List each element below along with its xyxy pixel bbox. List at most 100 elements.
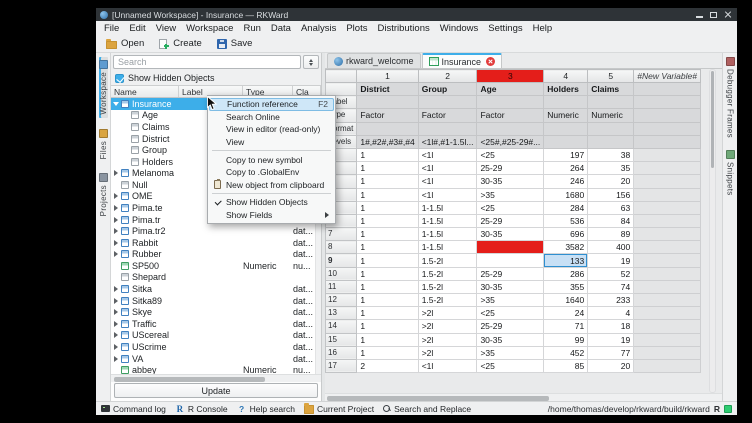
statusbar-toggle-search-and-replace[interactable]: Search and Replace [383,404,471,414]
data-cell[interactable]: 3582 [544,241,588,254]
tree-item-uscereal[interactable]: UScerealdat... [111,330,321,342]
minimize-icon[interactable] [694,10,705,20]
meta-cell[interactable] [357,96,418,109]
data-cell[interactable]: <25 [477,148,544,161]
data-cell[interactable]: 1 [357,241,418,254]
row-header-11[interactable]: 11 [326,280,357,293]
expand-arrow-icon[interactable] [112,169,120,177]
data-cell-new-variable[interactable] [634,346,701,359]
create-button[interactable]: Create [153,37,208,50]
meta-cell[interactable]: Factor [418,109,477,122]
data-cell[interactable]: >2l [418,333,477,346]
tree-item-sitka[interactable]: Sitkadat... [111,283,321,295]
expand-arrow-icon[interactable] [112,297,120,305]
data-cell-new-variable[interactable] [634,188,701,201]
data-cell[interactable]: 20 [588,175,634,188]
data-cell[interactable]: 24 [544,307,588,320]
menu-item-data[interactable]: Data [266,23,296,34]
expand-arrow-icon[interactable] [112,343,120,351]
context-menu-item-view[interactable]: View [208,136,335,149]
meta-cell[interactable]: Holders [544,83,588,96]
meta-cell[interactable] [588,122,634,135]
tree-item-rabbit[interactable]: Rabbitdat... [111,237,321,249]
meta-cell[interactable]: <1l#,#1-1.5l... [418,135,477,148]
data-cell[interactable]: 19 [588,254,634,267]
data-cell[interactable]: 18 [588,320,634,333]
menu-item-windows[interactable]: Windows [435,23,484,34]
data-cell[interactable]: 20 [588,359,634,372]
data-cell[interactable]: <1l [418,175,477,188]
data-cell-new-variable[interactable] [634,228,701,241]
data-cell[interactable]: 25-29 [477,267,544,280]
menu-item-view[interactable]: View [151,23,181,34]
close-icon[interactable] [722,10,733,20]
data-cell[interactable]: 286 [544,267,588,280]
data-cell[interactable]: 63 [588,201,634,214]
data-cell[interactable]: 52 [588,267,634,280]
statusbar-toggle-command-log[interactable]: Command log [101,404,166,414]
data-cell[interactable]: 1680 [544,188,588,201]
row-header-13[interactable]: 13 [326,307,357,320]
context-menu-item-new-object-from-clipboard[interactable]: New object from clipboard [208,179,335,192]
search-input[interactable] [113,55,301,69]
data-cell[interactable]: >2l [418,346,477,359]
menu-item-file[interactable]: File [99,23,124,34]
data-cell[interactable]: >2l [418,307,477,320]
new-variable-header[interactable]: #New Variable# [634,70,701,83]
data-cell[interactable]: 1 [357,214,418,227]
data-cell[interactable]: <1l [418,359,477,372]
update-button[interactable]: Update [114,383,318,398]
data-cell[interactable]: <1l [418,188,477,201]
data-cell[interactable]: 1 [357,280,418,293]
menu-item-analysis[interactable]: Analysis [296,23,341,34]
data-cell[interactable]: 1 [357,307,418,320]
open-button[interactable]: Open [100,37,150,50]
sidebar-tab-workspace[interactable]: Workspace [99,57,108,118]
data-cell[interactable]: 1-1.5l [418,228,477,241]
tree-item-traffic[interactable]: Trafficdat... [111,318,321,330]
menu-item-plots[interactable]: Plots [341,23,372,34]
data-cell[interactable]: 246 [544,175,588,188]
data-cell[interactable]: 1 [357,228,418,241]
maximize-icon[interactable] [708,10,719,20]
meta-cell[interactable]: Factor [477,109,544,122]
row-header-16[interactable]: 16 [326,346,357,359]
statusbar-toggle-current-project[interactable]: Current Project [304,403,374,414]
tree-item-pima-tr2[interactable]: Pima.tr2dat... [111,225,321,237]
meta-cell[interactable] [544,96,588,109]
meta-cell[interactable] [477,122,544,135]
meta-cell[interactable]: Group [418,83,477,96]
scrollbar-thumb[interactable] [327,396,549,401]
sort-options-button[interactable] [303,55,319,69]
data-cell[interactable]: 1-1.5l [418,241,477,254]
scrollbar-thumb[interactable] [711,71,714,168]
data-cell[interactable]: 133 [544,254,588,267]
expand-arrow-icon[interactable] [112,285,120,293]
column-header-1[interactable]: 1 [357,70,418,83]
meta-cell[interactable] [477,96,544,109]
meta-cell-new-variable[interactable] [634,135,701,148]
column-header-2[interactable]: 2 [418,70,477,83]
data-cell-new-variable[interactable] [634,359,701,372]
titlebar[interactable]: [Unnamed Workspace] - Insurance — RKWard [96,8,737,21]
data-cell[interactable]: 1 [357,201,418,214]
meta-cell[interactable]: <25#,#25-29#... [477,135,544,148]
data-cell-new-variable[interactable] [634,267,701,280]
row-header-14[interactable]: 14 [326,320,357,333]
data-cell-new-variable[interactable] [634,201,701,214]
data-cell[interactable]: 84 [588,214,634,227]
save-button[interactable]: Save [211,37,259,50]
data-cell-new-variable[interactable] [634,333,701,346]
data-cell[interactable]: 4 [588,307,634,320]
table-horizontal-scrollbar[interactable] [325,393,722,401]
tree-item-shepard[interactable]: Shepard [111,272,321,284]
menu-item-distributions[interactable]: Distributions [372,23,434,34]
data-cell[interactable]: 89 [588,228,634,241]
data-cell[interactable]: 1 [357,346,418,359]
meta-cell[interactable]: Age [477,83,544,96]
sidebar-tab-projects[interactable]: Projects [99,170,108,219]
context-menu-item-view-in-editor-read-only[interactable]: View in editor (read-only) [208,123,335,136]
expand-arrow-icon[interactable] [112,239,120,247]
context-menu-item-show-fields[interactable]: Show Fields [208,209,335,222]
data-cell[interactable]: 38 [588,148,634,161]
